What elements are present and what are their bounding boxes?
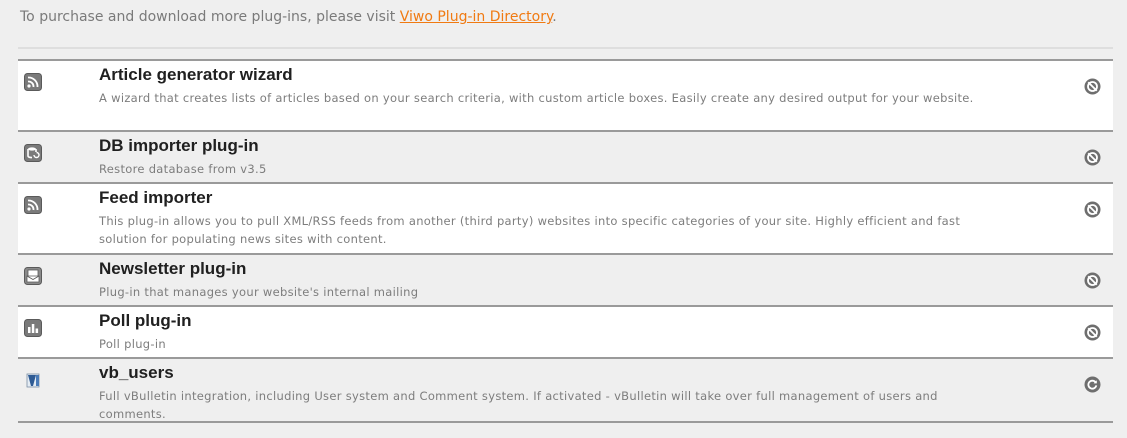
- plugin-description: Plug-in that manages your website's inte…: [99, 285, 419, 299]
- database-restore-icon: [24, 144, 42, 162]
- deactivated-icon[interactable]: [1084, 78, 1101, 95]
- plugin-title: Newsletter plug-in: [99, 259, 247, 278]
- intro-message: To purchase and download more plug-ins, …: [20, 9, 400, 25]
- deactivated-icon[interactable]: [1084, 324, 1101, 341]
- plugin-description: Full vBulletin integration, including Us…: [99, 389, 938, 421]
- vbulletin-icon: [24, 371, 42, 389]
- rss-feed-icon: [24, 196, 42, 214]
- plugin-title: Article generator wizard: [99, 65, 293, 84]
- plugin-description: Poll plug-in: [99, 337, 166, 351]
- intro-trailing: .: [552, 9, 557, 25]
- plugin-row-db-importer: DB importer plug-in Restore database fro…: [18, 132, 1113, 184]
- plugin-directory-link[interactable]: Viwo Plug-in Directory: [400, 9, 553, 25]
- plugin-description: Restore database from v3.5: [99, 162, 267, 176]
- deactivated-icon[interactable]: [1084, 201, 1101, 218]
- plugin-row-newsletter: Newsletter plug-in Plug-in that manages …: [18, 255, 1113, 307]
- plugin-row-vb-users: vb_users Full vBulletin integration, inc…: [18, 359, 1113, 423]
- deactivated-icon[interactable]: [1084, 149, 1101, 166]
- intro-text: To purchase and download more plug-ins, …: [20, 9, 557, 25]
- newsletter-icon: [24, 267, 42, 285]
- deactivated-icon[interactable]: [1084, 272, 1101, 289]
- plugin-title: DB importer plug-in: [99, 136, 259, 155]
- plugin-title: Poll plug-in: [99, 311, 192, 330]
- plugin-title: Feed importer: [99, 188, 213, 207]
- plugin-description: A wizard that creates lists of articles …: [99, 91, 974, 105]
- plugin-row-article-generator: Article generator wizard A wizard that c…: [18, 61, 1113, 132]
- plugin-row-feed-importer: Feed importer This plug-in allows you to…: [18, 184, 1113, 255]
- poll-chart-icon: [24, 319, 42, 337]
- plugin-title: vb_users: [99, 363, 174, 382]
- plugin-list: Article generator wizard A wizard that c…: [18, 59, 1113, 423]
- divider: [18, 47, 1113, 49]
- rss-feed-icon: [24, 73, 42, 91]
- activate-icon[interactable]: [1084, 376, 1101, 393]
- plugin-row-poll: Poll plug-in Poll plug-in: [18, 307, 1113, 359]
- plugin-description: This plug-in allows you to pull XML/RSS …: [99, 214, 961, 246]
